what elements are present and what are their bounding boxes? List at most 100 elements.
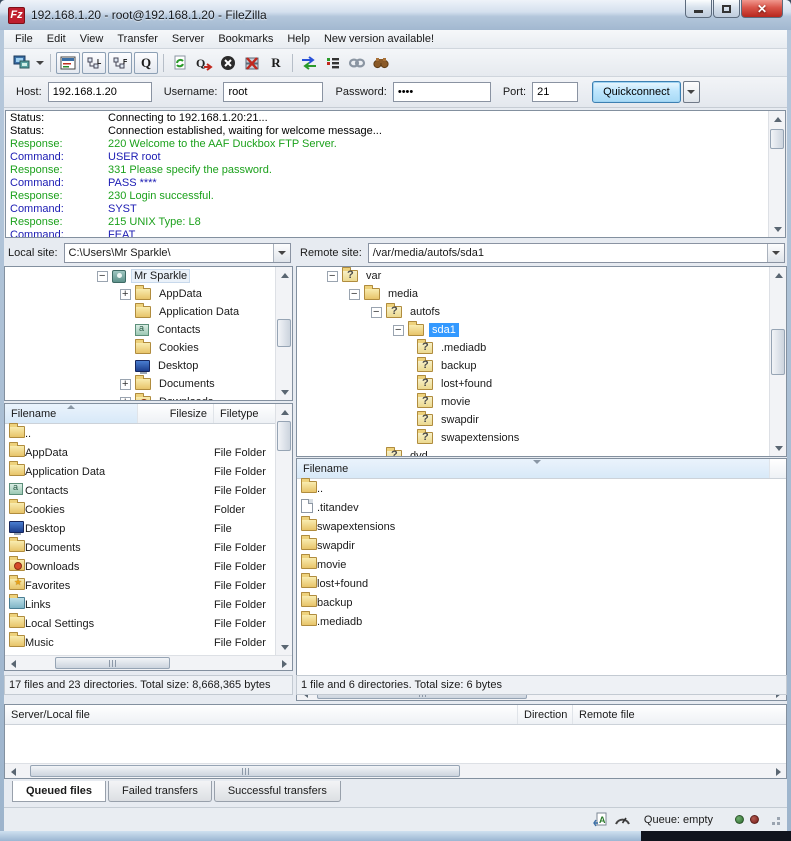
column-header-remote-file[interactable]: Remote file — [573, 705, 786, 724]
minimize-button[interactable] — [685, 0, 712, 18]
local-list-hscrollbar-thumb[interactable] — [55, 657, 170, 669]
filter-listing-button[interactable] — [321, 52, 345, 74]
tree-item[interactable]: dvd — [297, 447, 786, 457]
file-row[interactable]: Desktop File — [5, 519, 292, 538]
file-row[interactable]: .. — [5, 424, 292, 443]
remote-site-dropdown[interactable] — [767, 244, 784, 262]
queue-tab[interactable]: Failed transfers — [108, 781, 212, 802]
tree-expander[interactable] — [327, 271, 338, 282]
file-row[interactable]: Downloads File Folder — [5, 557, 292, 576]
queue-body[interactable] — [5, 725, 786, 765]
close-button[interactable]: ✕ — [741, 0, 783, 18]
menu-item[interactable]: Server — [165, 31, 211, 47]
tree-item[interactable]: Application Data — [5, 303, 292, 321]
find-files-button[interactable] — [369, 52, 393, 74]
reconnect-button[interactable]: R — [264, 52, 288, 74]
menu-item[interactable]: Transfer — [110, 31, 165, 47]
tree-expander[interactable] — [97, 271, 108, 282]
file-row[interactable]: backup — [297, 593, 786, 612]
port-input[interactable] — [532, 82, 578, 102]
tree-expander[interactable] — [120, 379, 131, 390]
scroll-up-icon[interactable] — [276, 404, 293, 420]
menu-item[interactable]: Edit — [40, 31, 73, 47]
tree-expander[interactable] — [393, 325, 404, 336]
file-row[interactable]: lost+found — [297, 574, 786, 593]
cancel-button[interactable] — [216, 52, 240, 74]
site-manager-button[interactable] — [10, 52, 34, 74]
titlebar[interactable]: Fz 192.168.1.20 - root@192.168.1.20 - Fi… — [0, 0, 791, 30]
menu-item[interactable]: View — [73, 31, 111, 47]
log-scrollbar-thumb[interactable] — [770, 129, 784, 149]
tree-item[interactable]: Cookies — [5, 339, 292, 357]
queue-hscrollbar-thumb[interactable] — [30, 765, 460, 777]
local-tree-scrollbar[interactable] — [275, 267, 292, 400]
password-input[interactable] — [393, 82, 491, 102]
file-row[interactable]: swapdir — [297, 536, 786, 555]
file-row[interactable]: Application Data File Folder — [5, 462, 292, 481]
menu-item[interactable]: File — [8, 31, 40, 47]
tree-item[interactable]: sda1 — [297, 321, 786, 339]
file-row[interactable]: Links File Folder — [5, 595, 292, 614]
tree-item[interactable]: swapdir — [297, 411, 786, 429]
refresh-button[interactable] — [168, 52, 192, 74]
local-site-combobox[interactable]: C:\Users\Mr Sparkle\ — [64, 243, 291, 263]
toggle-queue-button[interactable]: Q — [134, 52, 158, 74]
site-manager-dropdown[interactable] — [34, 52, 46, 74]
file-row[interactable]: AppData File Folder — [5, 443, 292, 462]
queue-tab[interactable]: Queued files — [12, 781, 106, 802]
menu-item[interactable]: Help — [280, 31, 317, 47]
scroll-up-icon[interactable] — [276, 267, 293, 283]
disconnect-button[interactable] — [240, 52, 264, 74]
file-row[interactable]: Documents File Folder — [5, 538, 292, 557]
scroll-down-icon[interactable] — [276, 639, 293, 655]
file-row[interactable]: swapextensions — [297, 517, 786, 536]
scroll-up-icon[interactable] — [770, 267, 787, 283]
username-input[interactable] — [223, 82, 323, 102]
local-site-path[interactable]: C:\Users\Mr Sparkle\ — [65, 244, 273, 262]
local-site-dropdown[interactable] — [273, 244, 290, 262]
local-list-scrollbar-thumb[interactable] — [277, 421, 291, 451]
synchronized-browsing-button[interactable] — [345, 52, 369, 74]
scroll-left-icon[interactable] — [5, 656, 21, 671]
tree-item[interactable]: var — [297, 267, 786, 285]
file-row[interactable]: Favorites File Folder — [5, 576, 292, 595]
toggle-local-tree-button[interactable]: L — [82, 52, 106, 74]
file-row[interactable]: Music File Folder — [5, 633, 292, 652]
scroll-up-icon[interactable] — [769, 111, 786, 127]
tree-item[interactable]: lost+found — [297, 375, 786, 393]
menu-item[interactable]: Bookmarks — [211, 31, 280, 47]
tree-item[interactable]: Desktop — [5, 357, 292, 375]
tree-expander[interactable] — [120, 397, 131, 402]
scroll-down-icon[interactable] — [770, 440, 787, 456]
tree-item[interactable]: .mediadb — [297, 339, 786, 357]
scroll-right-icon[interactable] — [276, 656, 292, 671]
file-row[interactable]: .. — [297, 479, 786, 498]
local-list-hscrollbar[interactable] — [5, 655, 292, 670]
tree-expander[interactable] — [349, 289, 360, 300]
directory-comparison-button[interactable] — [297, 52, 321, 74]
tree-item[interactable]: movie — [297, 393, 786, 411]
remote-site-combobox[interactable]: /var/media/autofs/sda1 — [368, 243, 785, 263]
host-input[interactable] — [48, 82, 152, 102]
scroll-down-icon[interactable] — [276, 384, 293, 400]
tree-item[interactable]: Documents — [5, 375, 292, 393]
process-queue-button[interactable]: Q — [192, 52, 216, 74]
column-header-direction[interactable]: Direction — [518, 705, 573, 724]
column-header-filesize[interactable]: Filesize — [138, 404, 214, 423]
scroll-down-icon[interactable] — [769, 221, 786, 237]
tree-item[interactable]: media — [297, 285, 786, 303]
file-row[interactable]: .titandev — [297, 498, 786, 517]
file-row[interactable]: Cookies Folder — [5, 500, 292, 519]
resize-grip[interactable] — [769, 814, 781, 826]
tree-item[interactable]: AppData — [5, 285, 292, 303]
tree-item[interactable]: Mr Sparkle — [5, 267, 292, 285]
file-row[interactable]: Contacts File Folder — [5, 481, 292, 500]
file-row[interactable]: movie — [297, 555, 786, 574]
queue-hscrollbar[interactable] — [5, 763, 786, 778]
tree-item[interactable]: Downloads — [5, 393, 292, 401]
tree-expander[interactable] — [120, 289, 131, 300]
menu-item[interactable]: New version available! — [317, 31, 441, 47]
local-list-scrollbar[interactable] — [275, 404, 292, 655]
column-header-server-local-file[interactable]: Server/Local file — [5, 705, 518, 724]
scroll-left-icon[interactable] — [5, 764, 21, 779]
